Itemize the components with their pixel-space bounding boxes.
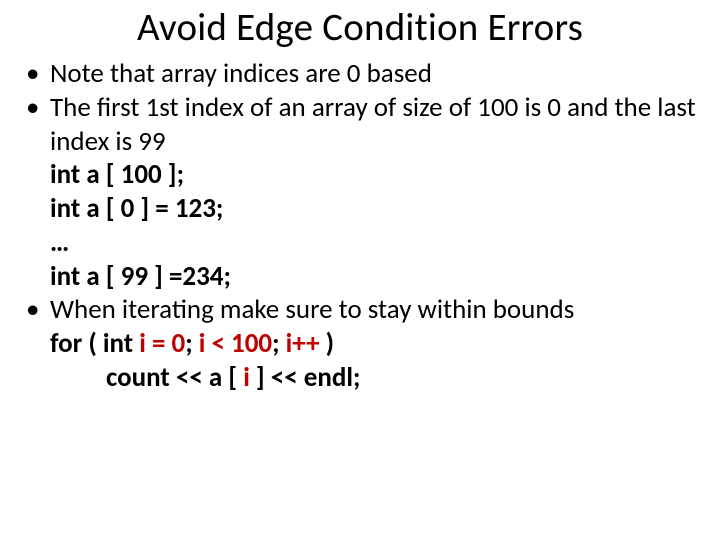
code-line: int a [ 100 ];: [50, 158, 700, 192]
code-line-body: count << a [ i ] << endl;: [50, 361, 700, 395]
highlight: i < 100: [199, 327, 272, 360]
text: ;: [185, 327, 199, 360]
bullet-item: When iterating make sure to stay within …: [20, 293, 700, 327]
code-line: int a [ 0 ] = 123;: [50, 192, 700, 226]
code-line: …: [50, 226, 700, 260]
bullet-list: When iterating make sure to stay within …: [20, 293, 700, 327]
page-title: Avoid Edge Condition Errors: [20, 4, 700, 51]
text: count << a [: [106, 361, 243, 394]
slide: Avoid Edge Condition Errors Note that ar…: [0, 0, 720, 540]
highlight: i = 0: [139, 327, 185, 360]
bullet-list: Note that array indices are 0 based The …: [20, 57, 700, 158]
text: ] << endl;: [250, 361, 361, 394]
bullet-item: Note that array indices are 0 based: [20, 57, 700, 91]
code-line: int a [ 99 ] =234;: [50, 260, 700, 294]
highlight: i: [243, 361, 250, 394]
text: ): [320, 327, 335, 360]
text: ;: [272, 327, 286, 360]
bullet-item: The first 1st index of an array of size …: [20, 91, 700, 159]
code-block-2: for ( int i = 0; i < 100; i++ ) count <<…: [20, 327, 700, 395]
highlight: i++: [286, 327, 320, 360]
code-line-for: for ( int i = 0; i < 100; i++ ): [50, 327, 700, 361]
text: for ( int: [50, 327, 139, 360]
code-block-1: int a [ 100 ]; int a [ 0 ] = 123; … int …: [20, 158, 700, 293]
